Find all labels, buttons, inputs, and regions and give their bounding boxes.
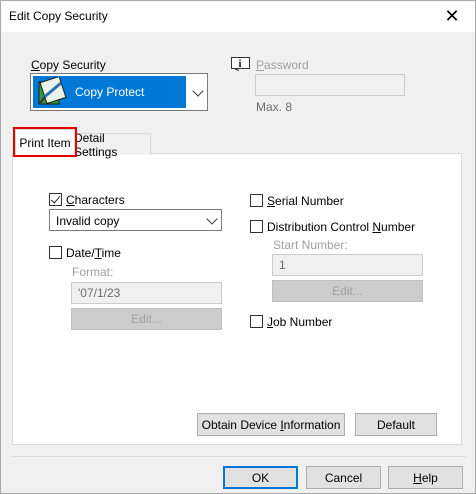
footer-separator	[11, 456, 466, 457]
copy-security-select[interactable]: Copy Protect	[30, 73, 208, 111]
distribution-edit-button[interactable]: Edit...	[272, 280, 423, 302]
cancel-button-label: Cancel	[324, 470, 363, 485]
distribution-control-number-label: Distribution Control Number	[267, 220, 416, 234]
default-button-label: Default	[376, 417, 416, 432]
job-number-label: Job Number	[267, 315, 333, 329]
date-time-edit-button[interactable]: Edit...	[71, 308, 222, 330]
password-label: Password	[256, 58, 309, 72]
job-number-checkbox[interactable]	[250, 315, 263, 328]
copy-security-selected-value: Copy Protect	[75, 85, 145, 99]
default-button[interactable]: Default	[355, 413, 437, 436]
cancel-button[interactable]: Cancel	[306, 466, 381, 489]
window-title: Edit Copy Security	[9, 9, 108, 23]
edit-copy-security-dialog: Edit Copy Security ✕ Copy Security Copy …	[0, 0, 476, 494]
tab-highlight-box	[13, 127, 77, 157]
characters-select[interactable]: Invalid copy	[49, 209, 222, 231]
date-time-edit-label: Edit...	[131, 312, 162, 326]
ok-button-label: OK	[251, 470, 270, 485]
copy-protect-icon	[38, 77, 67, 105]
password-hint: Max. 8	[256, 100, 293, 114]
copy-security-label: Copy Security	[31, 58, 106, 72]
distribution-edit-label: Edit...	[332, 284, 363, 298]
start-number-label: Start Number:	[273, 238, 348, 252]
chevron-down-icon	[206, 213, 218, 225]
tab-detail-settings[interactable]: Detail Settings	[73, 131, 151, 159]
help-button[interactable]: Help	[388, 466, 463, 489]
tab-detail-settings-label: Detail Settings	[74, 130, 118, 159]
password-field[interactable]	[255, 74, 405, 96]
chevron-down-icon	[192, 85, 204, 97]
date-time-checkbox[interactable]	[49, 246, 62, 259]
characters-label: Characters	[66, 193, 125, 207]
obtain-device-information-button[interactable]: Obtain Device Information	[197, 413, 345, 436]
password-info-icon: i	[231, 57, 250, 71]
start-number-field[interactable]: 1	[272, 254, 423, 276]
format-field[interactable]: '07/1/23	[71, 282, 222, 304]
ok-button[interactable]: OK	[223, 466, 298, 489]
serial-number-label: Serial Number	[267, 194, 344, 208]
format-label: Format:	[72, 265, 114, 279]
help-button-label: Help	[413, 470, 438, 485]
title-bar: Edit Copy Security ✕	[1, 1, 475, 32]
svg-text:i: i	[239, 59, 242, 70]
close-icon[interactable]: ✕	[429, 1, 475, 32]
serial-number-checkbox[interactable]	[250, 194, 263, 207]
checkmark-icon	[50, 193, 61, 204]
distribution-control-number-checkbox[interactable]	[250, 220, 263, 233]
characters-checkbox[interactable]	[49, 193, 62, 206]
obtain-device-information-label: Obtain Device Information	[201, 417, 341, 432]
copy-security-selected-highlight: Copy Protect	[33, 76, 186, 108]
characters-selected-value: Invalid copy	[56, 214, 120, 228]
date-time-label: Date/Time	[66, 246, 121, 260]
